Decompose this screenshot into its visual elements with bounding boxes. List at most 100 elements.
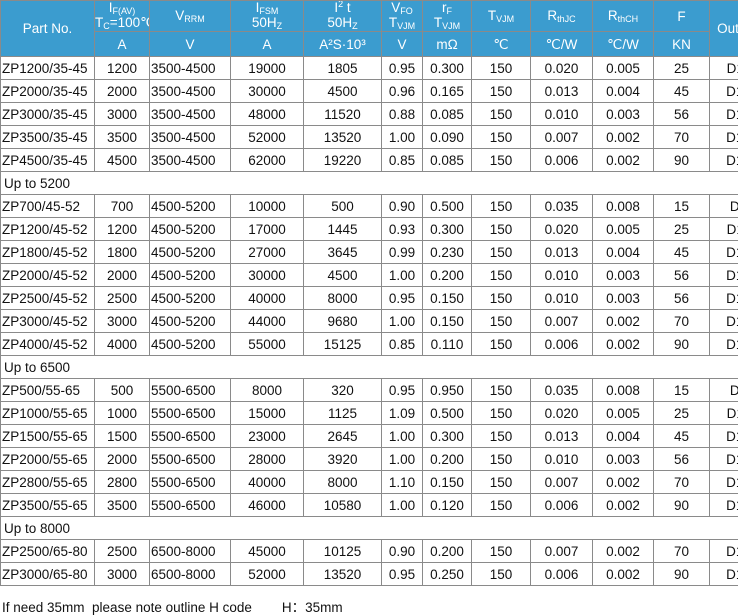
table-cell: 0.002 bbox=[592, 493, 654, 517]
table-cell: D15 bbox=[709, 286, 738, 310]
table-cell: 0.002 bbox=[592, 539, 654, 563]
table-cell: 0.013 bbox=[530, 79, 593, 103]
header-unit-3: A²S·10³ bbox=[303, 31, 382, 57]
table-cell: ZP3000/65-80 bbox=[0, 562, 95, 586]
table-cell: 4500-5200 bbox=[149, 309, 231, 333]
table-cell: 2000 bbox=[94, 79, 150, 103]
header-col-4: VFO TVJM bbox=[381, 0, 423, 32]
table-cell: ZP2500/65-80 bbox=[0, 539, 95, 563]
table-cell: 0.085 bbox=[422, 102, 472, 126]
table-cell: 0.013 bbox=[530, 424, 593, 448]
table-row: ZP2800/55-65 2800 5500-6500 40000 8000 1.10 0.… bbox=[0, 470, 738, 494]
table-cell: ZP1200/45-52 bbox=[0, 217, 95, 241]
table-cell: 0.010 bbox=[530, 286, 593, 310]
table-cell: 3000 bbox=[94, 562, 150, 586]
table-cell: 56 bbox=[653, 286, 710, 310]
table-cell: 46000 bbox=[230, 493, 304, 517]
section-header: Up to 5200 bbox=[0, 171, 738, 195]
table-cell: 4500-5200 bbox=[149, 240, 231, 264]
table-cell: ZP4500/35-45 bbox=[0, 148, 95, 172]
table-cell: 0.006 bbox=[530, 493, 593, 517]
table-cell: 1.00 bbox=[381, 309, 423, 333]
table-cell: 500 bbox=[303, 194, 382, 218]
table-cell: 19000 bbox=[230, 56, 304, 80]
table-cell: 1.00 bbox=[381, 263, 423, 287]
table-cell: 0.120 bbox=[422, 493, 472, 517]
table-cell: 0.95 bbox=[381, 56, 423, 80]
table-cell: D15 bbox=[709, 102, 738, 126]
table-cell: 70 bbox=[653, 125, 710, 149]
table-cell: 0.013 bbox=[530, 240, 593, 264]
table-cell: 0.230 bbox=[422, 240, 472, 264]
table-cell: 0.500 bbox=[422, 401, 472, 425]
table-cell: 0.090 bbox=[422, 125, 472, 149]
table-cell: 0.085 bbox=[422, 148, 472, 172]
table-cell: 4500-5200 bbox=[149, 332, 231, 356]
table-row: ZP2500/45-52 2500 4500-5200 40000 8000 0.95 0.… bbox=[0, 286, 738, 310]
table-cell: 1.10 bbox=[381, 470, 423, 494]
table-cell: 0.85 bbox=[381, 148, 423, 172]
table-cell: ZP2000/55-65 bbox=[0, 447, 95, 471]
table-cell: 70 bbox=[653, 470, 710, 494]
table-cell: 62000 bbox=[230, 148, 304, 172]
table-cell: 0.008 bbox=[592, 194, 654, 218]
table-cell: 0.85 bbox=[381, 332, 423, 356]
header-col-1: VRRM bbox=[149, 0, 231, 32]
table-cell: D9 bbox=[709, 194, 738, 218]
table-cell: D11 bbox=[709, 56, 738, 80]
table-cell: 4500 bbox=[94, 148, 150, 172]
header-col-3: I2 t 50HZ bbox=[303, 0, 382, 32]
table-row: ZP3000/35-45 3000 3500-4500 48000 11520 0.88 0… bbox=[0, 102, 738, 126]
table-cell: ZP2800/55-65 bbox=[0, 470, 95, 494]
table-cell: 150 bbox=[471, 424, 531, 448]
table-cell: 0.006 bbox=[530, 562, 593, 586]
table-cell: 15 bbox=[653, 378, 710, 402]
table-cell: 0.020 bbox=[530, 401, 593, 425]
thyristor-spec-table: Part No.IF(AV)TC=100℃VRRMIFSM50HZI2 t50H… bbox=[0, 0, 738, 586]
table-cell: ZP2000/35-45 bbox=[0, 79, 95, 103]
table-cell: 150 bbox=[471, 539, 531, 563]
table-cell: 1.09 bbox=[381, 401, 423, 425]
table-cell: 3645 bbox=[303, 240, 382, 264]
table-row: ZP2500/65-80 2500 6500-8000 45000 10125 0.90 0… bbox=[0, 539, 738, 563]
header-outline: Outline bbox=[709, 0, 738, 57]
table-cell: 0.002 bbox=[592, 125, 654, 149]
table-cell: 10000 bbox=[230, 194, 304, 218]
table-cell: 150 bbox=[471, 447, 531, 471]
table-cell: D16 bbox=[709, 309, 738, 333]
table-cell: 52000 bbox=[230, 125, 304, 149]
header-unit-2: A bbox=[230, 31, 304, 57]
header-unit-1: V bbox=[149, 31, 231, 57]
table-cell: 15000 bbox=[230, 401, 304, 425]
table-cell: D13 bbox=[709, 240, 738, 264]
table-cell: 90 bbox=[653, 148, 710, 172]
table-cell: 0.035 bbox=[530, 194, 593, 218]
section-header: Up to 6500 bbox=[0, 355, 738, 379]
table-cell: 0.88 bbox=[381, 102, 423, 126]
table-cell: 4500-5200 bbox=[149, 286, 231, 310]
table-cell: 0.004 bbox=[592, 79, 654, 103]
table-cell: 150 bbox=[471, 493, 531, 517]
table-cell: 2000 bbox=[94, 263, 150, 287]
table-row: ZP1000/55-65 1000 5500-6500 15000 1125 1.09 0.… bbox=[0, 401, 738, 425]
header-unit-7: ℃/W bbox=[530, 31, 593, 57]
table-cell: 4500-5200 bbox=[149, 217, 231, 241]
table-row: ZP700/45-52 700 4500-5200 10000 500 0.90 0.500… bbox=[0, 194, 738, 218]
table-cell: 150 bbox=[471, 470, 531, 494]
table-cell: 25 bbox=[653, 56, 710, 80]
table-cell: 70 bbox=[653, 309, 710, 333]
table-cell: 0.005 bbox=[592, 217, 654, 241]
table-cell: D13 bbox=[709, 79, 738, 103]
table-cell: 150 bbox=[471, 378, 531, 402]
table-cell: 0.007 bbox=[530, 125, 593, 149]
table-cell: 0.002 bbox=[592, 332, 654, 356]
table-cell: ZP1200/35-45 bbox=[0, 56, 95, 80]
table-cell: 1445 bbox=[303, 217, 382, 241]
table-cell: 0.200 bbox=[422, 263, 472, 287]
section-title: Up to 5200 bbox=[0, 171, 738, 195]
table-cell: 0.020 bbox=[530, 217, 593, 241]
table-cell: 1200 bbox=[94, 56, 150, 80]
table-cell: 0.300 bbox=[422, 217, 472, 241]
table-cell: 0.200 bbox=[422, 539, 472, 563]
table-cell: 6500-8000 bbox=[149, 539, 231, 563]
